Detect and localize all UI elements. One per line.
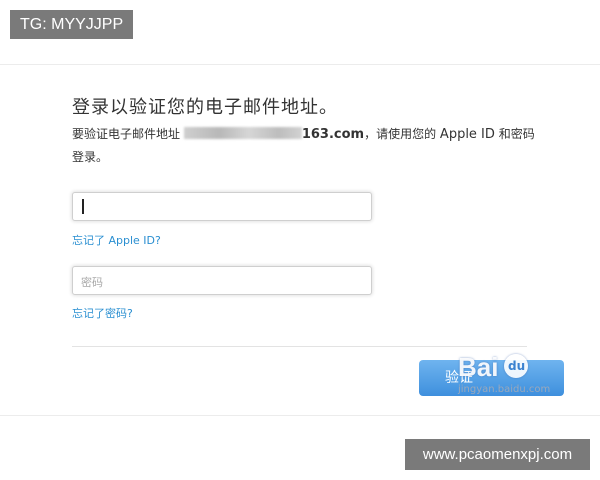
form-divider bbox=[72, 346, 527, 347]
email-domain: 163.com bbox=[301, 127, 365, 142]
page-title: 登录以验证您的电子邮件地址。 bbox=[72, 97, 338, 118]
instruction-mid: ，请使用您的 bbox=[364, 127, 440, 141]
instruction-prefix: 要验证电子邮件地址 bbox=[72, 127, 184, 141]
verify-button-label: 验证 bbox=[445, 370, 473, 386]
tg-watermark-badge: TG: MYYJJPP bbox=[10, 10, 134, 39]
instruction-text: 要验证电子邮件地址 163.com，请使用您的 Apple ID 和密码登录。 bbox=[72, 123, 542, 168]
apple-id-input[interactable] bbox=[72, 192, 372, 221]
apple-id-text: Apple ID bbox=[439, 127, 495, 142]
password-placeholder: 密码 bbox=[81, 276, 103, 289]
forgot-password-link[interactable]: 忘记了密码? bbox=[72, 305, 133, 321]
password-input[interactable]: 密码 bbox=[72, 266, 372, 295]
text-caret bbox=[82, 199, 84, 214]
site-watermark-badge: www.pcaomenxpj.com bbox=[405, 439, 590, 470]
forgot-apple-id-link[interactable]: 忘记了 Apple ID? bbox=[72, 232, 161, 248]
masked-email-blur bbox=[183, 127, 302, 139]
verify-button[interactable]: 验证 bbox=[419, 360, 564, 396]
verify-email-card: 登录以验证您的电子邮件地址。 要验证电子邮件地址 163.com，请使用您的 A… bbox=[0, 64, 600, 416]
